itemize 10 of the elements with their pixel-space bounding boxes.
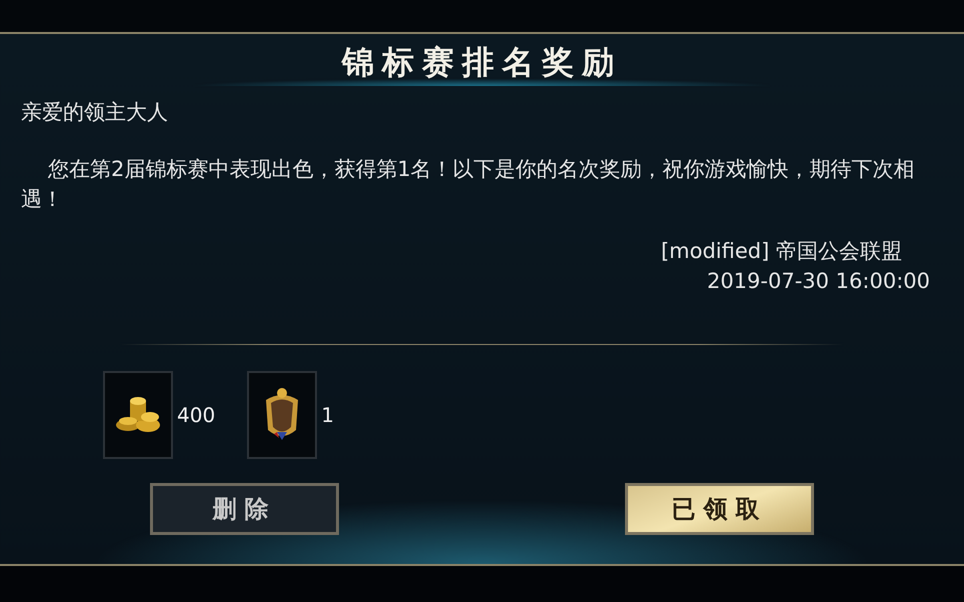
claimed-button[interactable]: 已领取 — [625, 483, 814, 535]
reward-count: 1 — [321, 403, 334, 427]
greeting-text: 亲爱的领主大人 — [21, 99, 169, 126]
delete-button[interactable]: 删除 — [150, 483, 339, 535]
dialog-title: 锦标赛排名奖励 — [342, 42, 622, 83]
mail-body: 您在第2届锦标赛中表现出色，获得第1名！以下是你的名次奖励，祝你游戏愉快，期待下次相遇！ — [21, 156, 916, 213]
mail-date: 2019-07-30 16:00:00 — [706, 268, 930, 295]
sender-text: [modified] 帝国公会联盟 — [660, 238, 902, 265]
reward-count: 400 — [177, 403, 216, 427]
coins-icon — [114, 395, 162, 435]
